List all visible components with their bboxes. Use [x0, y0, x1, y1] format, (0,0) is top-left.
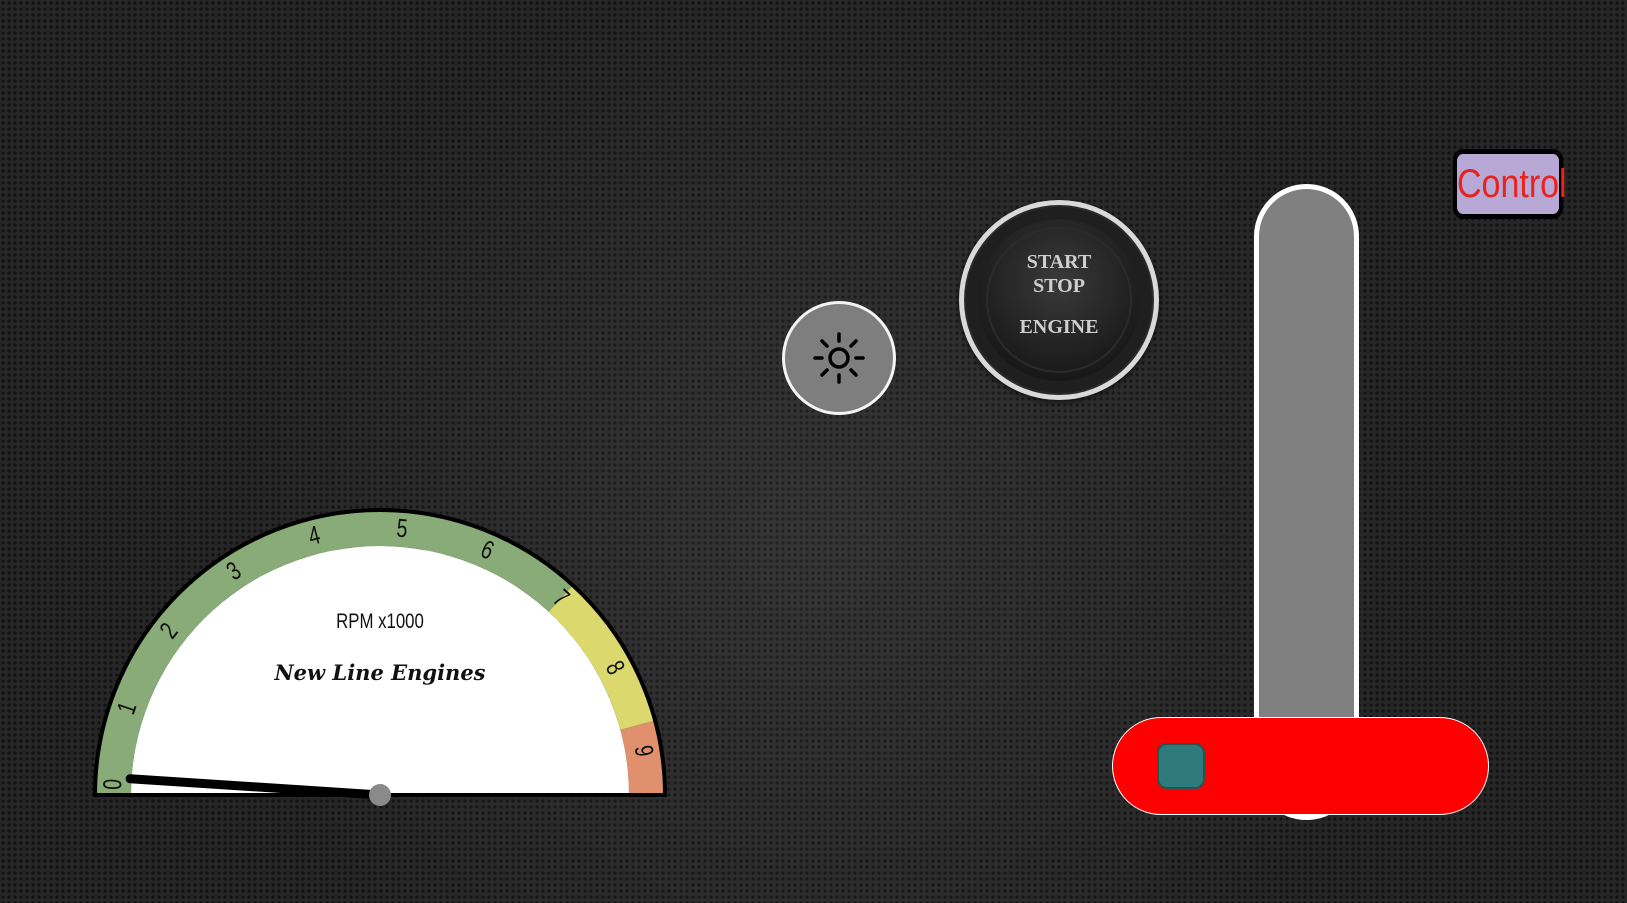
sun-icon [813, 332, 865, 384]
gauge-tick-label-0: 0 [97, 778, 127, 790]
gauge-unit-label: RPM x1000 [336, 610, 424, 633]
start-stop-engine-button[interactable]: START STOP ENGINE [959, 200, 1159, 400]
engine-button-engine-label: ENGINE [1019, 316, 1099, 338]
gauge-needle-hub [369, 784, 391, 806]
engine-button-ring [986, 227, 1132, 373]
engine-button-start-label: START [1026, 251, 1092, 273]
horizontal-slider-track[interactable] [1112, 717, 1489, 815]
horizontal-slider-knob[interactable] [1157, 743, 1205, 789]
gauge-brand: New Line Engines [273, 660, 485, 685]
rpm-gauge: 01234 56789 RPM x1000 New Line Engines [92, 508, 668, 806]
light-toggle-button[interactable] [782, 301, 896, 415]
control-button[interactable]: Control [1452, 149, 1567, 219]
engine-button-stop-label: STOP [1033, 275, 1085, 297]
